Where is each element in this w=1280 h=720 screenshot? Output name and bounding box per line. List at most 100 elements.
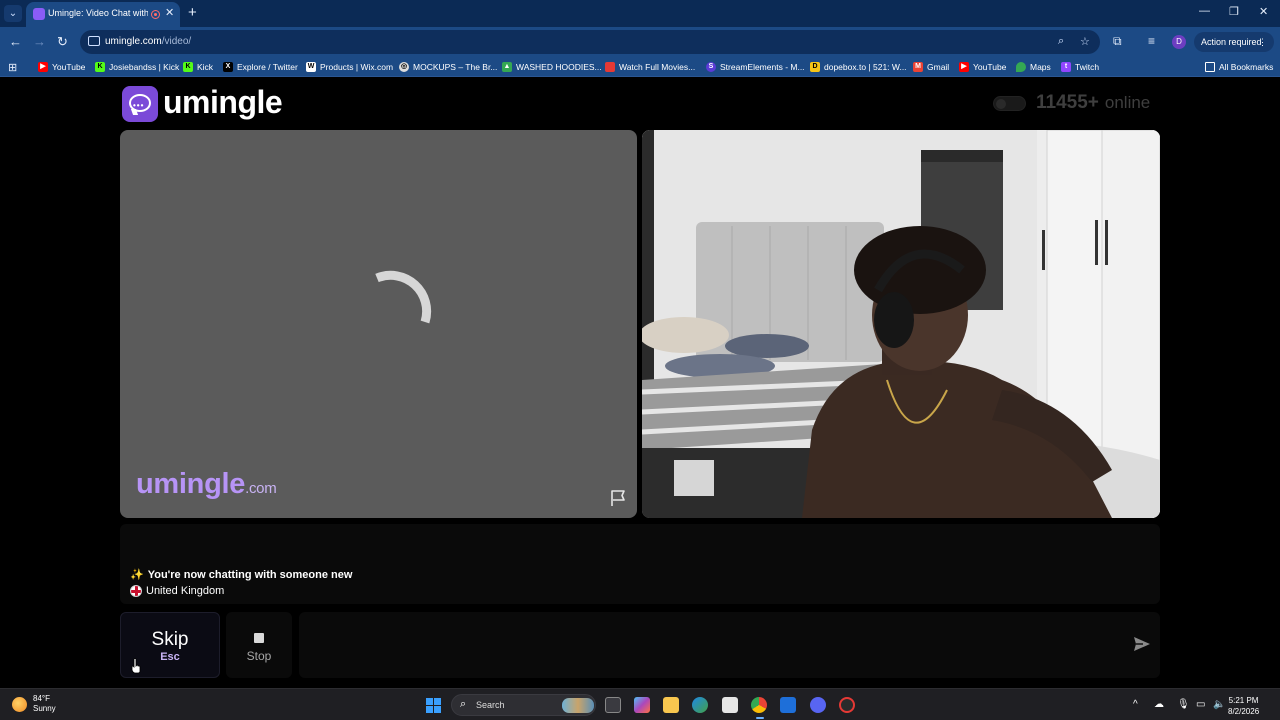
wix-icon: W: [306, 62, 316, 72]
close-window-icon[interactable]: ✕: [1259, 5, 1268, 18]
system-clock[interactable]: 5:21 PM 8/2/2026: [1228, 695, 1259, 717]
bookmark-gmail[interactable]: M Gmail: [913, 61, 949, 73]
photos-icon[interactable]: [780, 697, 796, 713]
url-text: umingle.com/video/: [105, 36, 192, 47]
copilot-icon[interactable]: [634, 697, 650, 713]
search-highlight-image: [562, 698, 594, 713]
clock-time: 5:21 PM: [1228, 696, 1259, 705]
kick-icon: K: [95, 62, 105, 72]
zoom-icon[interactable]: ⌕: [1058, 35, 1064, 48]
media-controls-icon[interactable]: ≡: [1148, 34, 1155, 48]
browser-tab-active[interactable]: Umingle: Video Chat with S ✕: [26, 2, 180, 27]
bookmark-twitter[interactable]: X Explore / Twitter: [223, 61, 298, 73]
forward-arrow-icon[interactable]: →: [33, 34, 46, 49]
umingle-favicon-icon: [33, 8, 45, 20]
weather-condition: Sunny: [33, 704, 56, 713]
bookmark-josiebandss-kick[interactable]: K Josiebandss | Kick: [95, 61, 179, 73]
camera-permission-icon[interactable]: [88, 36, 100, 46]
search-icon: ⌕: [460, 698, 467, 710]
online-count: 11455+: [1036, 92, 1099, 113]
umingle-logo-icon[interactable]: •••: [122, 86, 158, 122]
start-windows-icon[interactable]: [426, 698, 441, 713]
bookmark-youtube[interactable]: ▶ YouTube: [38, 61, 85, 73]
chrome-active-indicator: [756, 717, 764, 719]
address-bar[interactable]: umingle.com/video/ ⌕ ☆: [80, 30, 1100, 54]
self-video-panel: umingle.com: [120, 130, 637, 518]
bookmark-dopebox[interactable]: Ddopebox.to | 521: W...: [810, 61, 907, 73]
brand-name[interactable]: umingle: [163, 84, 283, 121]
streamelements-icon: S: [706, 62, 716, 72]
action-required-button[interactable]: Action required ⋮: [1194, 32, 1274, 52]
online-toggle[interactable]: [993, 95, 1026, 111]
chrome-icon[interactable]: [751, 697, 767, 713]
volume-icon[interactable]: 🔈: [1213, 699, 1225, 710]
sun-icon: [12, 696, 27, 712]
system-message: ✨ You're now chatting with someone new: [130, 568, 352, 582]
show-hidden-icons-chevron-icon[interactable]: ^: [1133, 699, 1138, 710]
dopebox-icon: D: [810, 62, 820, 72]
gmail-icon: M: [913, 62, 923, 72]
more-options-icon: ⋮: [1258, 37, 1267, 47]
bookmark-maps[interactable]: Maps: [1016, 61, 1051, 73]
edge-icon[interactable]: [692, 697, 708, 713]
app-badge-icon[interactable]: [839, 697, 855, 713]
task-view-icon[interactable]: [605, 697, 621, 713]
recording-indicator-icon: [151, 10, 160, 19]
bookmark-mockups[interactable]: ◎ MOCKUPS – The Br...: [399, 61, 497, 73]
search-label: Search: [476, 700, 505, 710]
youtube-icon: ▶: [959, 62, 969, 72]
tab-close-icon[interactable]: ✕: [165, 6, 174, 19]
weather-widget[interactable]: 84°F Sunny: [12, 694, 56, 714]
taskbar-search[interactable]: ⌕ Search: [451, 694, 596, 716]
uk-flag-icon: [130, 585, 142, 597]
maps-icon: [1016, 62, 1026, 72]
new-tab-plus-icon[interactable]: +: [188, 4, 197, 21]
apps-grid-icon[interactable]: ⊞: [8, 61, 17, 74]
file-explorer-icon[interactable]: [663, 697, 679, 713]
bookmark-wix[interactable]: W Products | Wix.com: [306, 61, 393, 73]
bookmark-streamelements[interactable]: S StreamElements - M...: [706, 61, 805, 73]
online-status: 11455+ online: [993, 92, 1150, 114]
reload-icon[interactable]: ↻: [57, 34, 68, 50]
bookmark-kick[interactable]: K Kick: [183, 61, 213, 73]
microphone-icon[interactable]: 🎙: [1177, 699, 1190, 710]
windows-taskbar: 84°F Sunny ⌕ Search ^ ☁ 🎙 ▭ 🔈 5:21 PM 8/…: [0, 688, 1280, 720]
country-name: United Kingdom: [146, 585, 225, 597]
bookmark-watch-movies[interactable]: Watch Full Movies...: [605, 61, 695, 73]
sparkles-icon: ✨: [130, 569, 144, 581]
tab-search-chevron-icon[interactable]: ⌄: [4, 5, 22, 22]
back-arrow-icon[interactable]: ←: [9, 34, 22, 49]
x-icon: X: [223, 62, 233, 72]
profile-avatar[interactable]: D: [1172, 35, 1186, 49]
bookmark-washed-hoodies[interactable]: ▲ WASHED HOODIES...: [502, 61, 602, 73]
bookmark-youtube-2[interactable]: ▶ YouTube: [959, 61, 1006, 73]
discord-icon[interactable]: [810, 697, 826, 713]
microsoft-store-icon[interactable]: [722, 697, 738, 713]
minimize-window-icon[interactable]: —: [1199, 5, 1210, 17]
partner-country: United Kingdom: [130, 585, 224, 597]
movie-icon: [605, 62, 615, 72]
message-input[interactable]: [299, 612, 1160, 678]
hand-cursor-icon: [131, 658, 141, 674]
skip-label: Skip: [151, 629, 189, 650]
loading-spinner-icon: [375, 270, 432, 324]
browser-tab-strip: ⌄ Umingle: Video Chat with S ✕ + — ❐ ✕: [0, 0, 1280, 27]
browser-toolbar: ← → ↻ umingle.com/video/ ⌕ ☆ ⧉ ≡ D Actio…: [0, 27, 1280, 57]
tab-title: Umingle: Video Chat with S: [48, 8, 148, 18]
network-icon[interactable]: ▭: [1196, 699, 1205, 710]
onedrive-icon[interactable]: ☁: [1154, 699, 1164, 710]
all-bookmarks-button[interactable]: All Bookmarks: [1205, 61, 1273, 73]
umingle-page: ••• umingle 11455+ online umingle.com ✨ …: [0, 78, 1280, 688]
stop-button[interactable]: Stop: [226, 612, 292, 678]
report-flag-icon[interactable]: [608, 488, 628, 508]
restore-window-icon[interactable]: ❐: [1229, 5, 1239, 18]
youtube-icon: ▶: [38, 62, 48, 72]
bookmark-star-icon[interactable]: ☆: [1080, 35, 1090, 48]
stranger-video-panel: [642, 130, 1160, 518]
extensions-puzzle-icon[interactable]: ⧉: [1113, 34, 1122, 49]
online-label: online: [1104, 93, 1151, 112]
folder-icon: [1205, 62, 1215, 72]
drive-icon: ▲: [502, 62, 512, 72]
bookmark-twitch[interactable]: t Twitch: [1061, 61, 1099, 73]
send-icon[interactable]: [1133, 636, 1151, 652]
